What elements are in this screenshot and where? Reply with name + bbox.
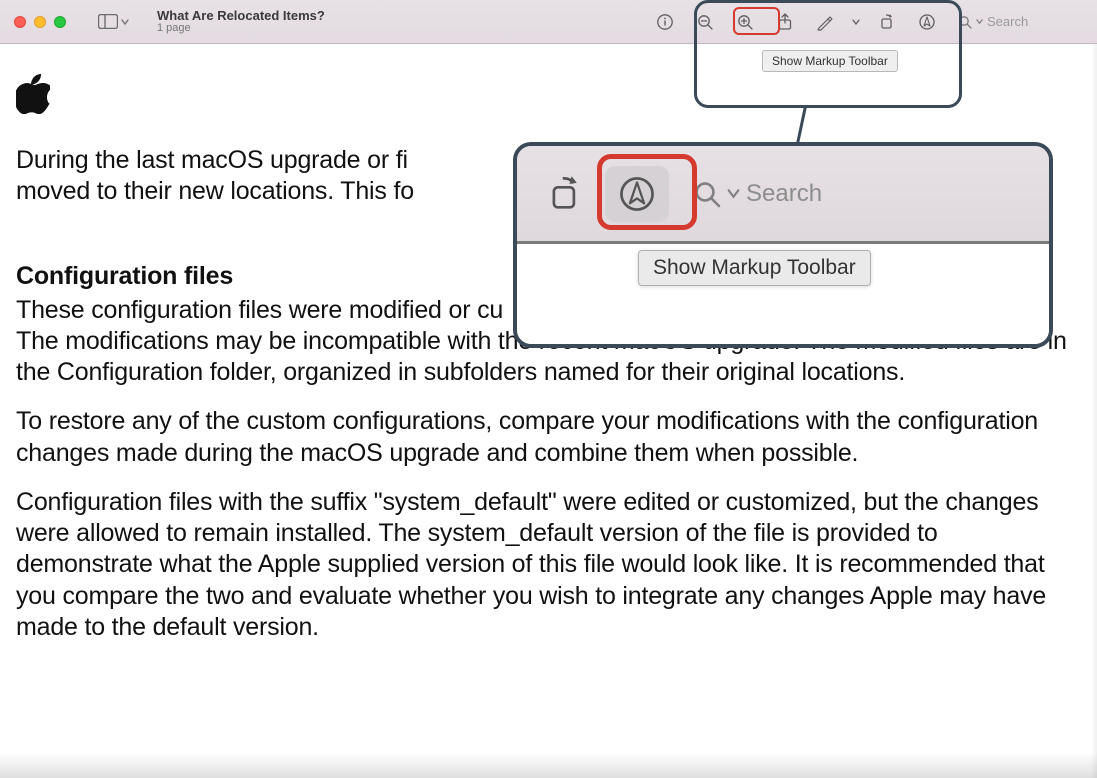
zoom-search-field[interactable]: Search bbox=[693, 180, 822, 208]
document-subtitle: 1 page bbox=[157, 23, 325, 35]
rotate-button[interactable] bbox=[872, 8, 902, 36]
document-title-block: What Are Relocated Items? 1 page bbox=[157, 9, 325, 34]
info-button[interactable] bbox=[650, 8, 680, 36]
annotation-zoom-panel: Search Show Markup Toolbar bbox=[513, 142, 1053, 348]
doc-paragraph-2: To restore any of the custom configurati… bbox=[16, 406, 1081, 469]
zoom-markup-button[interactable] bbox=[605, 166, 669, 222]
zoom-search-chevron-icon bbox=[727, 187, 740, 200]
search-field[interactable] bbox=[952, 10, 1083, 34]
window-controls bbox=[14, 16, 66, 28]
zoom-in-button[interactable] bbox=[730, 8, 760, 36]
search-chevron-icon bbox=[976, 18, 983, 25]
highlight-button[interactable] bbox=[810, 8, 840, 36]
search-input[interactable] bbox=[987, 14, 1077, 29]
minimize-window-button[interactable] bbox=[34, 16, 46, 28]
zoom-rotate-button[interactable] bbox=[533, 166, 597, 222]
zoom-window-button[interactable] bbox=[54, 16, 66, 28]
sidebar-toggle-button[interactable] bbox=[98, 14, 129, 29]
zoom-toolbar: Search bbox=[517, 146, 1049, 244]
document-title: What Are Relocated Items? bbox=[157, 9, 325, 23]
close-window-button[interactable] bbox=[14, 16, 26, 28]
zoom-search-placeholder: Search bbox=[746, 180, 822, 208]
zoom-markup-tooltip: Show Markup Toolbar bbox=[638, 250, 871, 286]
zoom-out-button[interactable] bbox=[690, 8, 720, 36]
highlight-menu-chevron[interactable] bbox=[850, 18, 862, 26]
share-button[interactable] bbox=[770, 8, 800, 36]
zoom-search-icon bbox=[693, 180, 721, 208]
apple-logo-icon bbox=[16, 74, 50, 114]
titlebar-toolbar: What Are Relocated Items? 1 page bbox=[0, 0, 1097, 44]
search-icon bbox=[958, 15, 972, 29]
markup-toolbar-button[interactable] bbox=[912, 8, 942, 36]
doc-paragraph-3: Configuration files with the suffix "sys… bbox=[16, 487, 1081, 643]
